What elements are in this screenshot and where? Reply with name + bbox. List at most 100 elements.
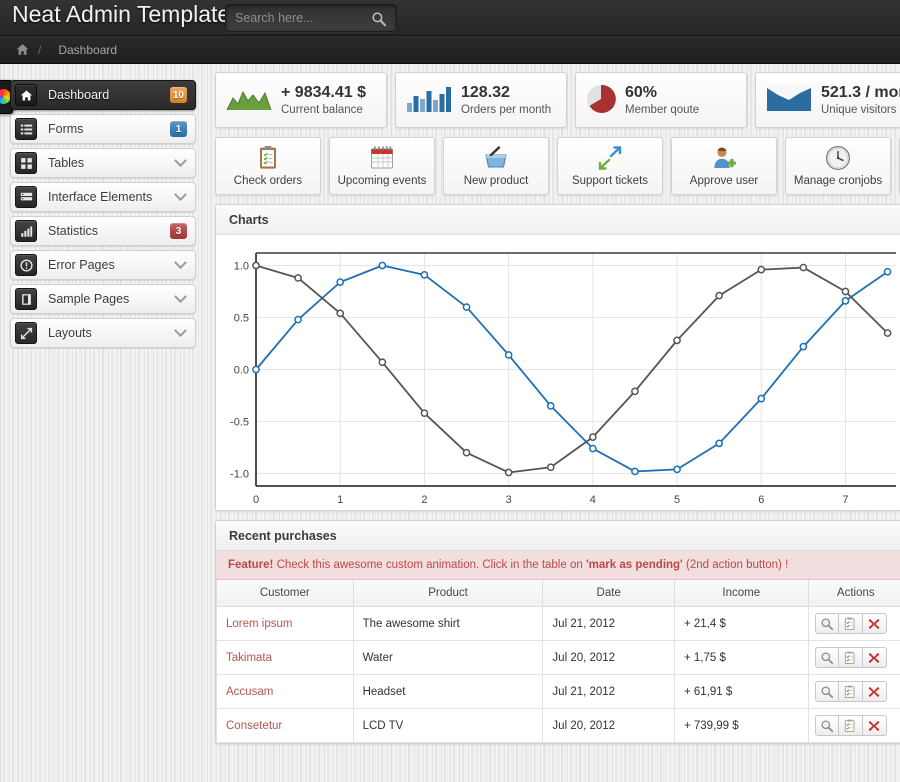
stat-value: 128.32	[461, 83, 551, 103]
table-column-header: Product	[353, 580, 543, 607]
chevron-down-icon[interactable]	[174, 324, 187, 337]
stat-card-current-balance[interactable]: + 9834.41 $ Current balance	[215, 72, 387, 128]
sidebar-icon-wrap	[15, 220, 37, 242]
chevron-down-icon[interactable]	[174, 188, 187, 201]
close-x-icon[interactable]	[867, 685, 881, 699]
search-box[interactable]	[225, 4, 397, 32]
cell-customer: Lorem ipsum	[217, 607, 354, 641]
sidebar-item-label: Statistics	[48, 224, 170, 238]
cell-income: + 739,99 $	[674, 709, 808, 743]
svg-text:-1.0: -1.0	[230, 469, 249, 481]
action-mark-as-pending-button[interactable]	[839, 613, 863, 634]
cell-income: + 1,75 $	[674, 641, 808, 675]
shortcut-tile-upcoming-events[interactable]: Upcoming events	[329, 137, 435, 195]
sidebar-item-forms[interactable]: Forms1	[10, 114, 196, 144]
close-x-icon[interactable]	[867, 651, 881, 665]
main-content: + 9834.41 $ Current balance 128.32 Order…	[215, 72, 900, 744]
shortcut-tile-support-tickets[interactable]: Support tickets	[557, 137, 663, 195]
action-view-button[interactable]	[815, 681, 839, 702]
chevron-down-icon[interactable]	[174, 290, 187, 303]
sidebar-item-sample-pages[interactable]: Sample Pages	[10, 284, 196, 314]
table-row[interactable]: AccusamHeadsetJul 21, 2012+ 61,91 $	[217, 675, 900, 709]
sidebar-item-label: Dashboard	[48, 88, 170, 102]
sidebar-icon-wrap	[15, 118, 37, 140]
clipboard-check-icon[interactable]	[843, 719, 857, 733]
close-x-icon[interactable]	[867, 719, 881, 733]
purchases-table: CustomerProductDateIncomeActions Lorem i…	[216, 580, 900, 743]
magnifier-icon[interactable]	[820, 651, 834, 665]
sidebar-item-label: Interface Elements	[48, 190, 176, 204]
stat-card-member-qoute[interactable]: 60% Member qoute	[575, 72, 747, 128]
sidebar-item-layouts[interactable]: Layouts	[10, 318, 196, 348]
action-delete-button[interactable]	[863, 681, 887, 702]
stat-card-unique-visitors-rate[interactable]: 521.3 / month Unique visitors rate	[755, 72, 900, 128]
action-mark-as-pending-button[interactable]	[839, 647, 863, 668]
sidebar-icon-wrap	[15, 152, 37, 174]
home-icon[interactable]	[16, 43, 29, 56]
table-row[interactable]: Lorem ipsumThe awesome shirtJul 21, 2012…	[217, 607, 900, 641]
clipboard-check-icon[interactable]	[843, 617, 857, 631]
clipboard-check-icon[interactable]	[843, 651, 857, 665]
table-column-header: Income	[674, 580, 808, 607]
sidebar-item-label: Tables	[48, 156, 176, 170]
sidebar-item-dashboard[interactable]: Dashboard10	[10, 80, 196, 110]
action-view-button[interactable]	[815, 613, 839, 634]
shortcut-tile-new-product[interactable]: New product	[443, 137, 549, 195]
cell-income: + 21,4 $	[674, 607, 808, 641]
charts-panel: Charts 1.00.50.0-0.5-1.001234567	[215, 204, 900, 511]
sidebar-item-statistics[interactable]: Statistics3	[10, 216, 196, 246]
cell-actions	[808, 675, 900, 709]
shortcut-icon-wrap	[825, 145, 851, 171]
magnifier-icon[interactable]	[820, 617, 834, 631]
shortcut-label: New product	[464, 175, 529, 187]
action-delete-button[interactable]	[863, 647, 887, 668]
sidebar-badge: 3	[170, 223, 187, 239]
sidebar-icon-wrap	[15, 288, 37, 310]
sidebar-item-tables[interactable]: Tables	[10, 148, 196, 178]
svg-text:4: 4	[590, 494, 596, 506]
top-header-bar: Neat Admin Template	[0, 0, 900, 36]
cell-customer: Consetetur	[217, 709, 354, 743]
sidebar-item-interface-elements[interactable]: Interface Elements	[10, 182, 196, 212]
magnifier-icon[interactable]	[820, 685, 834, 699]
action-delete-button[interactable]	[863, 715, 887, 736]
search-input[interactable]	[235, 5, 370, 31]
stat-value: 521.3 / month	[821, 83, 900, 103]
table-row[interactable]: TakimataWaterJul 20, 2012+ 1,75 $	[217, 641, 900, 675]
alert-highlight: 'mark as pending'	[586, 559, 683, 571]
table-row[interactable]: ConseteturLCD TVJul 20, 2012+ 739,99 $	[217, 709, 900, 743]
svg-text:1.0: 1.0	[234, 260, 249, 272]
sidebar-item-error-pages[interactable]: Error Pages	[10, 250, 196, 280]
action-button-group	[815, 613, 897, 634]
table-body: Lorem ipsumThe awesome shirtJul 21, 2012…	[217, 607, 900, 743]
chevron-down-icon[interactable]	[174, 256, 187, 269]
pie-chart-icon	[586, 84, 616, 114]
stat-card-orders-per-month[interactable]: 128.32 Orders per month	[395, 72, 567, 128]
shortcut-tile-check-orders[interactable]: Check orders	[215, 137, 321, 195]
search-icon[interactable]	[371, 11, 387, 27]
breadcrumb: / Dashboard	[0, 36, 900, 64]
action-view-button[interactable]	[815, 715, 839, 736]
book-icon	[20, 293, 33, 306]
shortcut-tile-manage-cronjobs[interactable]: Manage cronjobs	[785, 137, 891, 195]
magnifier-icon[interactable]	[820, 719, 834, 733]
action-button-group	[815, 681, 897, 702]
alert-text-1: Check this awesome custom animation. Cli…	[273, 559, 586, 571]
svg-text:0.5: 0.5	[234, 312, 249, 324]
svg-text:3: 3	[506, 494, 512, 506]
table-column-header: Date	[543, 580, 675, 607]
sidebar-item-label: Sample Pages	[48, 292, 176, 306]
action-delete-button[interactable]	[863, 613, 887, 634]
action-button-group	[815, 715, 897, 736]
clipboard-check-icon[interactable]	[843, 685, 857, 699]
action-view-button[interactable]	[815, 647, 839, 668]
warning-icon	[20, 259, 33, 272]
sidebar-badge: 1	[170, 121, 187, 137]
close-x-icon[interactable]	[867, 617, 881, 631]
action-mark-as-pending-button[interactable]	[839, 681, 863, 702]
action-mark-as-pending-button[interactable]	[839, 715, 863, 736]
chevron-down-icon[interactable]	[174, 154, 187, 167]
cell-product: LCD TV	[353, 709, 543, 743]
stat-value: 60%	[625, 83, 699, 103]
shortcut-tile-approve-user[interactable]: Approve user	[671, 137, 777, 195]
